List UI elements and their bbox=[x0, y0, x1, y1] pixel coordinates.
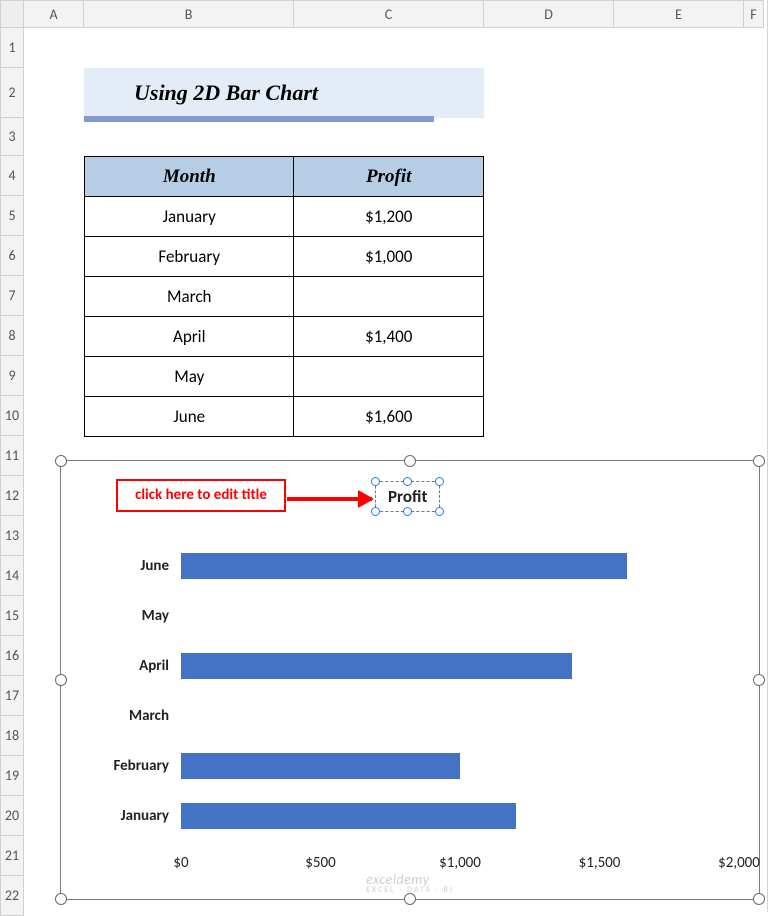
chart-x-axis[interactable]: $0$500$1,000$1,500$2,000 bbox=[181, 846, 739, 876]
bar[interactable] bbox=[181, 753, 460, 779]
row-header[interactable]: 3 bbox=[0, 118, 24, 156]
col-header-month[interactable]: Month bbox=[85, 157, 294, 197]
bar-series: June May April March February January bbox=[181, 541, 739, 841]
chart-plot-area[interactable]: June May April March February January bbox=[181, 541, 739, 841]
title-handle-icon[interactable] bbox=[435, 507, 444, 516]
category-label: February bbox=[69, 757, 169, 775]
resize-handle-icon[interactable] bbox=[753, 674, 765, 686]
resize-handle-icon[interactable] bbox=[753, 455, 765, 467]
resize-handle-icon[interactable] bbox=[404, 455, 416, 467]
chart-title[interactable]: Profit bbox=[375, 481, 440, 512]
category-label: April bbox=[69, 657, 169, 675]
col-header-C[interactable]: C bbox=[294, 0, 484, 28]
resize-handle-icon[interactable] bbox=[55, 455, 67, 467]
x-tick-label: $500 bbox=[305, 854, 335, 872]
bar-row: April bbox=[181, 650, 739, 682]
row-header[interactable]: 14 bbox=[0, 556, 24, 596]
arrow-right-icon bbox=[287, 497, 372, 501]
bar-row: February bbox=[181, 750, 739, 782]
title-handle-icon[interactable] bbox=[403, 477, 412, 486]
resize-handle-icon[interactable] bbox=[55, 674, 67, 686]
page-title-text: Using 2D Bar Chart bbox=[134, 80, 318, 106]
row-header[interactable]: 4 bbox=[0, 156, 24, 196]
table-header-row: Month Profit bbox=[85, 157, 484, 197]
row-header[interactable]: 6 bbox=[0, 236, 24, 276]
table-row[interactable]: June$1,600 bbox=[85, 397, 484, 437]
bar[interactable] bbox=[181, 653, 572, 679]
table-row[interactable]: May bbox=[85, 357, 484, 397]
cell-month[interactable]: May bbox=[85, 357, 294, 397]
bar-row: June bbox=[181, 550, 739, 582]
col-header-E[interactable]: E bbox=[614, 0, 744, 28]
title-handle-icon[interactable] bbox=[403, 507, 412, 516]
cell-month[interactable]: April bbox=[85, 317, 294, 357]
row-header[interactable]: 21 bbox=[0, 836, 24, 876]
x-tick-label: $0 bbox=[173, 854, 188, 872]
x-tick-label: $2,000 bbox=[718, 854, 760, 872]
cell-profit[interactable]: $1,000 bbox=[294, 237, 484, 277]
cell-profit[interactable] bbox=[294, 277, 484, 317]
cell-profit[interactable]: $1,600 bbox=[294, 397, 484, 437]
select-all-corner[interactable] bbox=[0, 0, 24, 28]
col-header-B[interactable]: B bbox=[84, 0, 294, 28]
title-handle-icon[interactable] bbox=[435, 477, 444, 486]
row-header[interactable]: 15 bbox=[0, 596, 24, 636]
cell-month[interactable]: February bbox=[85, 237, 294, 277]
watermark: exceldemy EXCEL · DATA · BI bbox=[366, 871, 454, 895]
cell-profit[interactable]: $1,400 bbox=[294, 317, 484, 357]
title-handle-icon[interactable] bbox=[371, 477, 380, 486]
col-header-A[interactable]: A bbox=[24, 0, 84, 28]
title-underline bbox=[84, 116, 434, 122]
table-row[interactable]: March bbox=[85, 277, 484, 317]
row-header[interactable]: 1 bbox=[0, 28, 24, 68]
row-header[interactable]: 5 bbox=[0, 196, 24, 236]
category-label: March bbox=[69, 707, 169, 725]
title-handle-icon[interactable] bbox=[371, 507, 380, 516]
row-header[interactable]: 17 bbox=[0, 676, 24, 716]
bar-row: May bbox=[181, 600, 739, 632]
cell-profit[interactable]: $1,200 bbox=[294, 197, 484, 237]
col-header-F[interactable]: F bbox=[744, 0, 764, 28]
col-header-profit[interactable]: Profit bbox=[294, 157, 484, 197]
x-tick-label: $1,500 bbox=[579, 854, 621, 872]
row-header[interactable]: 18 bbox=[0, 716, 24, 756]
chart-object[interactable]: click here to edit title Profit June May A… bbox=[60, 460, 760, 900]
table-row[interactable]: April$1,400 bbox=[85, 317, 484, 357]
cell-month[interactable]: January bbox=[85, 197, 294, 237]
cell-month[interactable]: March bbox=[85, 277, 294, 317]
row-header[interactable]: 2 bbox=[0, 68, 24, 118]
row-header[interactable]: 11 bbox=[0, 436, 24, 476]
data-table[interactable]: Month Profit January$1,200 February$1,00… bbox=[84, 156, 484, 437]
category-label: June bbox=[69, 557, 169, 575]
bar[interactable] bbox=[181, 803, 516, 829]
cell-profit[interactable] bbox=[294, 357, 484, 397]
row-header[interactable]: 10 bbox=[0, 396, 24, 436]
bar-row: March bbox=[181, 700, 739, 732]
table-row[interactable]: January$1,200 bbox=[85, 197, 484, 237]
resize-handle-icon[interactable] bbox=[55, 893, 67, 905]
row-header[interactable]: 12 bbox=[0, 476, 24, 516]
x-tick-label: $1,000 bbox=[439, 854, 481, 872]
watermark-sub: EXCEL · DATA · BI bbox=[366, 885, 454, 895]
category-label: January bbox=[69, 807, 169, 825]
row-header[interactable]: 8 bbox=[0, 316, 24, 356]
cell-month[interactable]: June bbox=[85, 397, 294, 437]
bar[interactable] bbox=[181, 553, 627, 579]
page-title: Using 2D Bar Chart bbox=[84, 68, 484, 118]
edit-title-hint: click here to edit title bbox=[116, 479, 286, 512]
row-header[interactable]: 20 bbox=[0, 796, 24, 836]
row-header[interactable]: 9 bbox=[0, 356, 24, 396]
row-header[interactable]: 13 bbox=[0, 516, 24, 556]
row-header[interactable]: 16 bbox=[0, 636, 24, 676]
row-header[interactable]: 22 bbox=[0, 876, 24, 916]
chart-title-text: Profit bbox=[388, 486, 427, 507]
table-row[interactable]: February$1,000 bbox=[85, 237, 484, 277]
row-header[interactable]: 7 bbox=[0, 276, 24, 316]
resize-handle-icon[interactable] bbox=[753, 893, 765, 905]
category-label: May bbox=[69, 607, 169, 625]
row-header[interactable]: 19 bbox=[0, 756, 24, 796]
col-header-D[interactable]: D bbox=[484, 0, 614, 28]
bar-row: January bbox=[181, 800, 739, 832]
